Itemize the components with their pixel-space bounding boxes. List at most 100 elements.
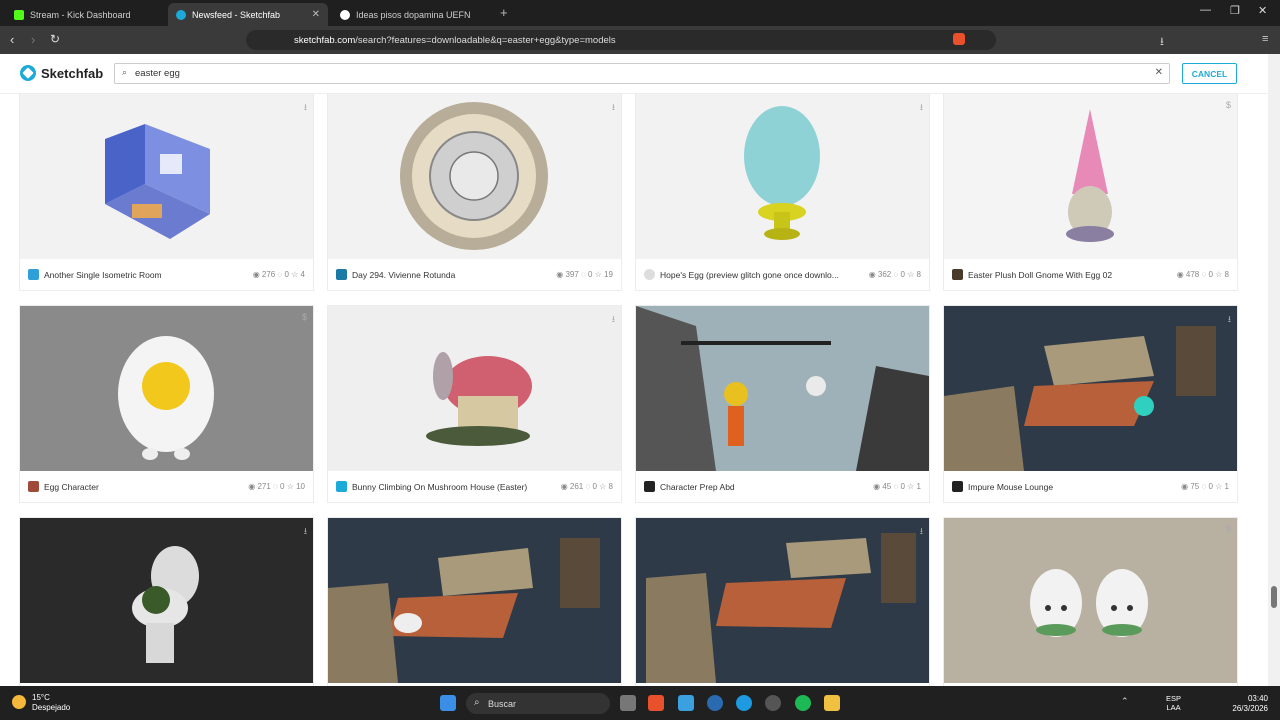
model-card[interactable]: ⭳ (636, 518, 929, 686)
model-thumbnail[interactable]: $ (944, 94, 1237, 259)
language-indicator[interactable]: ESP LAA (1166, 694, 1181, 712)
chevron-up-icon[interactable]: ⌃ (1121, 696, 1129, 707)
card-meta: Impure Mouse Lounge ◉ 75 ◌ 0 ☆ 1 (944, 471, 1237, 502)
download-icon[interactable]: ⭳ (612, 312, 615, 328)
comment-count: 0 (588, 270, 593, 279)
model-card[interactable]: ⭳ Another Single Isometric Room ◉ 276 ◌ … (20, 94, 313, 290)
model-title[interactable]: Easter Plush Doll Gnome With Egg 02 (968, 270, 1171, 280)
model-thumbnail[interactable]: ⭳ (636, 306, 929, 471)
model-thumbnail[interactable]: ⭳ (944, 306, 1237, 471)
file-explorer-icon[interactable] (824, 695, 840, 711)
page-scrollbar[interactable] (1268, 54, 1280, 686)
clear-search-icon[interactable]: ✕ (1155, 67, 1163, 78)
brand-name: Sketchfab (41, 65, 104, 81)
clock-date: 26/3/2026 (1232, 704, 1268, 713)
egg-character-image (118, 336, 214, 460)
model-card[interactable]: ⭳ (20, 518, 313, 686)
sketchfab-favicon-icon (176, 9, 186, 20)
brave-shield-icon[interactable] (953, 33, 965, 45)
url-path: /search?features=downloadable&q=easter+e… (355, 34, 616, 46)
model-card[interactable] (328, 518, 621, 686)
model-title[interactable]: Hope's Egg (preview glitch gone once dow… (660, 270, 863, 280)
avatar (952, 269, 963, 280)
new-tab-icon[interactable]: + (500, 5, 508, 20)
comment-count: 0 (280, 482, 285, 491)
model-stats: ◉ 362 ◌ 0 ☆ 8 (868, 270, 921, 279)
app-icon[interactable] (707, 695, 723, 711)
search-label: Buscar (488, 698, 517, 709)
comment-count: 0 (284, 270, 289, 279)
download-icon[interactable]: ⭳ (920, 312, 923, 328)
price-icon[interactable]: $ (1226, 524, 1231, 534)
model-stats: ◉ 271 ◌ 0 ☆ 10 (248, 482, 305, 491)
model-title[interactable]: Day 294. Vivienne Rotunda (352, 270, 550, 280)
model-title[interactable]: Impure Mouse Lounge (968, 482, 1175, 492)
model-card[interactable]: $ Easter Plush Doll Gnome With Egg 02 ◉ … (944, 94, 1237, 290)
model-thumbnail[interactable]: $ (944, 518, 1237, 683)
close-window-icon[interactable]: ✕ (1258, 4, 1267, 17)
download-icon[interactable]: ⭳ (920, 524, 923, 540)
download-icon[interactable]: ⭳ (1160, 33, 1164, 52)
model-thumbnail[interactable]: ⭳ (20, 518, 313, 683)
model-card[interactable]: $ Egg Character ◉ 271 ◌ 0 ☆ 10 (20, 306, 313, 502)
download-icon[interactable]: ⭳ (920, 100, 923, 116)
reload-icon[interactable]: ↻ (50, 32, 60, 46)
download-icon[interactable]: ⭳ (1228, 312, 1231, 328)
download-icon[interactable]: ⭳ (304, 100, 307, 116)
app-icon[interactable] (765, 695, 781, 711)
model-title[interactable]: Bunny Climbing On Mushroom House (Easter… (352, 482, 555, 492)
price-icon[interactable]: $ (302, 312, 307, 322)
card-meta: Character Prep Abd ◉ 45 ◌ 0 ☆ 1 (636, 471, 929, 502)
taskbar-search[interactable]: ⌕ Buscar (466, 693, 610, 714)
model-thumbnail[interactable]: ⭳ (636, 518, 929, 683)
brave-icon[interactable] (648, 695, 664, 711)
lounge-scene-image (646, 533, 916, 683)
spotify-icon[interactable] (795, 695, 811, 711)
tab-kick[interactable]: Stream - Kick Dashboard (6, 3, 168, 26)
back-icon[interactable]: ‹ (10, 32, 14, 47)
start-icon[interactable] (440, 695, 456, 711)
model-thumbnail[interactable]: ⭳ (636, 94, 929, 259)
cancel-button[interactable]: CANCEL (1182, 63, 1237, 84)
weather-icon (12, 695, 26, 709)
model-title[interactable]: Character Prep Abd (660, 482, 867, 492)
download-icon[interactable]: ⭳ (304, 524, 307, 540)
model-thumbnail[interactable]: ⭳ (328, 306, 621, 471)
url-host: sketchfab.com (294, 34, 356, 46)
model-thumbnail[interactable]: ⭳ (20, 94, 313, 259)
model-card[interactable]: ⭳ Impure Mouse Lounge ◉ 75 ◌ 0 ☆ 1 (944, 306, 1237, 502)
view-count: 75 (1190, 482, 1200, 491)
price-icon[interactable]: $ (1226, 100, 1231, 110)
model-thumbnail[interactable]: $ (20, 306, 313, 471)
minimize-icon[interactable]: — (1200, 4, 1211, 16)
edge-icon[interactable] (736, 695, 752, 711)
model-card[interactable]: ⭳ Character Prep Abd ◉ 45 ◌ 0 ☆ 1 (636, 306, 929, 502)
comment-count: 0 (1208, 270, 1213, 279)
scrollbar-thumb[interactable] (1271, 586, 1277, 608)
tab-ideas[interactable]: Ideas pisos dopamina UEFN (332, 3, 492, 26)
weather-widget[interactable]: 15°C Despejado (12, 693, 70, 713)
model-card[interactable]: ⭳ Day 294. Vivienne Rotunda ◉ 397 ◌ 0 ☆ … (328, 94, 621, 290)
avatar (644, 269, 655, 280)
close-tab-icon[interactable]: ✕ (312, 9, 320, 20)
model-title[interactable]: Egg Character (44, 482, 242, 492)
model-thumbnail[interactable]: ⭳ (328, 94, 621, 259)
model-card[interactable]: ⭳ Bunny Climbing On Mushroom House (East… (328, 306, 621, 502)
task-view-icon[interactable] (620, 695, 636, 711)
sketchfab-logo[interactable]: Sketchfab (20, 65, 103, 81)
url-field[interactable]: sketchfab.com/search?features=downloadab… (246, 30, 996, 50)
maximize-icon[interactable]: ❐ (1230, 4, 1240, 17)
search-input[interactable]: ⌕ easter egg ✕ (114, 63, 1170, 84)
download-icon[interactable]: ⭳ (612, 100, 615, 116)
app-icon[interactable] (678, 695, 694, 711)
model-thumbnail[interactable] (328, 518, 621, 683)
model-title[interactable]: Another Single Isometric Room (44, 270, 247, 280)
tab-sketchfab[interactable]: Newsfeed - Sketchfab ✕ (168, 3, 328, 26)
card-meta: Day 294. Vivienne Rotunda ◉ 397 ◌ 0 ☆ 19 (328, 259, 621, 290)
card-meta: Egg Character ◉ 271 ◌ 0 ☆ 10 (20, 471, 313, 502)
model-card[interactable]: ⭳ Hope's Egg (preview glitch gone once d… (636, 94, 929, 290)
forward-icon[interactable]: › (31, 32, 35, 47)
menu-icon[interactable]: ≡ (1262, 33, 1268, 45)
system-clock[interactable]: 03:40 26/3/2026 (1232, 694, 1268, 714)
model-card[interactable]: $ (944, 518, 1237, 686)
